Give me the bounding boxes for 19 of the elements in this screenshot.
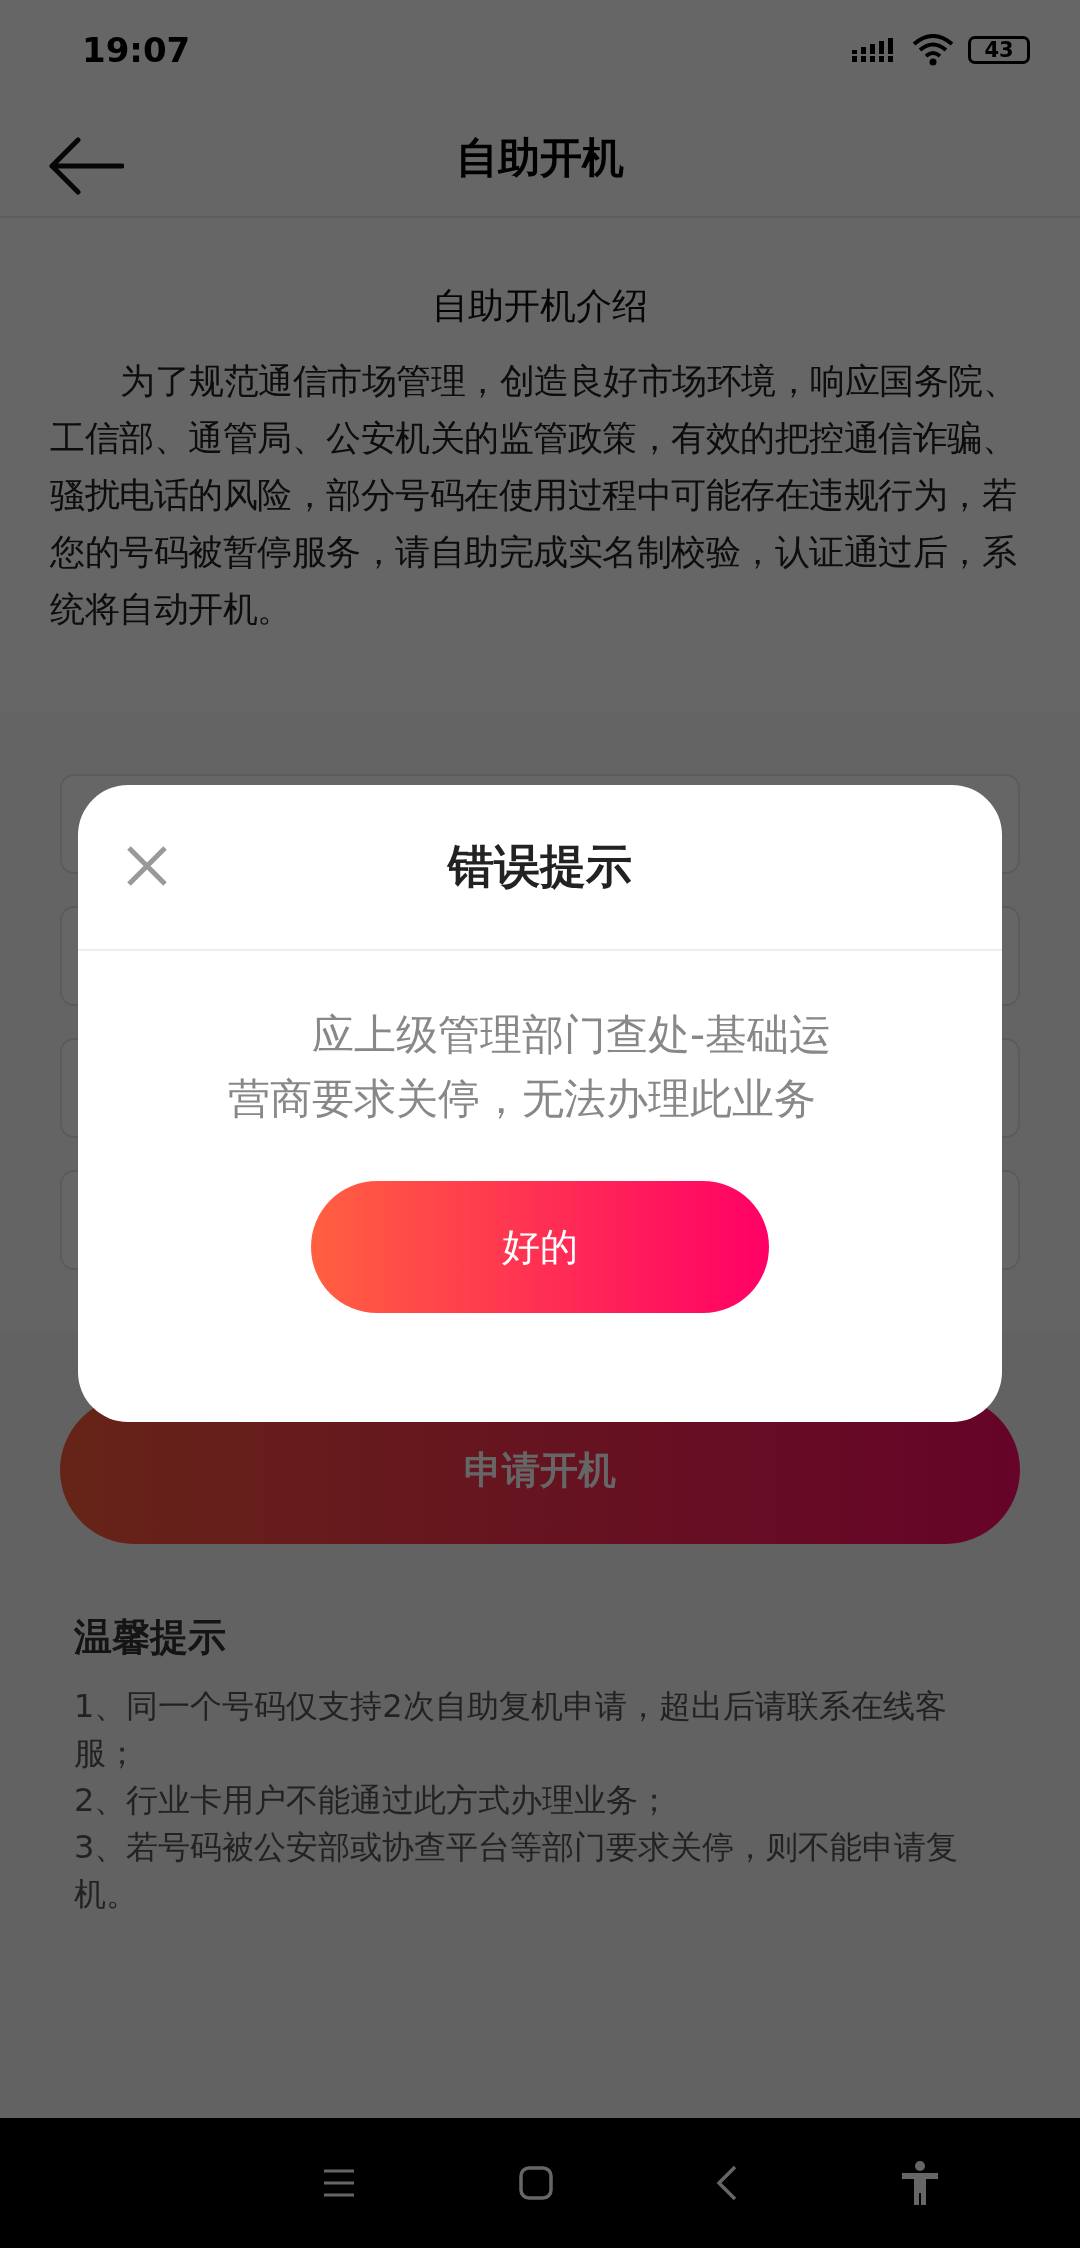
ok-button[interactable]: 好的 <box>311 1181 769 1313</box>
tips-title: 温馨提示 <box>74 1614 227 1661</box>
tip-text: 3、若号码被公安部或协查平台等部门要求关停，则不能申请复机。 <box>74 1827 960 1915</box>
accessibility-icon[interactable] <box>900 2161 939 2205</box>
close-icon[interactable] <box>126 845 168 887</box>
back-icon[interactable] <box>715 2165 738 2201</box>
status-time: 19:07 <box>82 30 191 70</box>
wifi-icon <box>912 34 954 66</box>
intro-title: 自助开机介绍 <box>432 284 648 328</box>
tip-text: 2、行业卡用户不能通过此方式办理业务； <box>74 1780 672 1821</box>
dialog-title: 错误提示 <box>448 838 632 895</box>
menu-icon[interactable] <box>321 2168 356 2198</box>
intro-paragraph: 为了规范通信市场管理，创造良好市场环境，响应国务院、工信部、通管局、公安机关的监管政策，有效的把控通信诈骗、骚扰电话的风险，部分号码在使用过程中可能存在违规行为，若您的号码被暂停服务，请自助完成实名制校验，认证通过后，系统将自动开机。 <box>50 360 1018 631</box>
battery-icon: 43 <box>968 36 1030 64</box>
tip-text: 1、同一个号码仅支持2次自助复机申请，超出后请联系在线客服； <box>74 1686 948 1774</box>
dialog-message: 应上级管理部门查处-基础运营商要求关停，无法办理此业务 <box>228 1009 833 1125</box>
back-arrow-icon[interactable] <box>48 136 124 196</box>
page-title: 自助开机 <box>456 132 624 184</box>
home-icon[interactable] <box>518 2166 553 2200</box>
